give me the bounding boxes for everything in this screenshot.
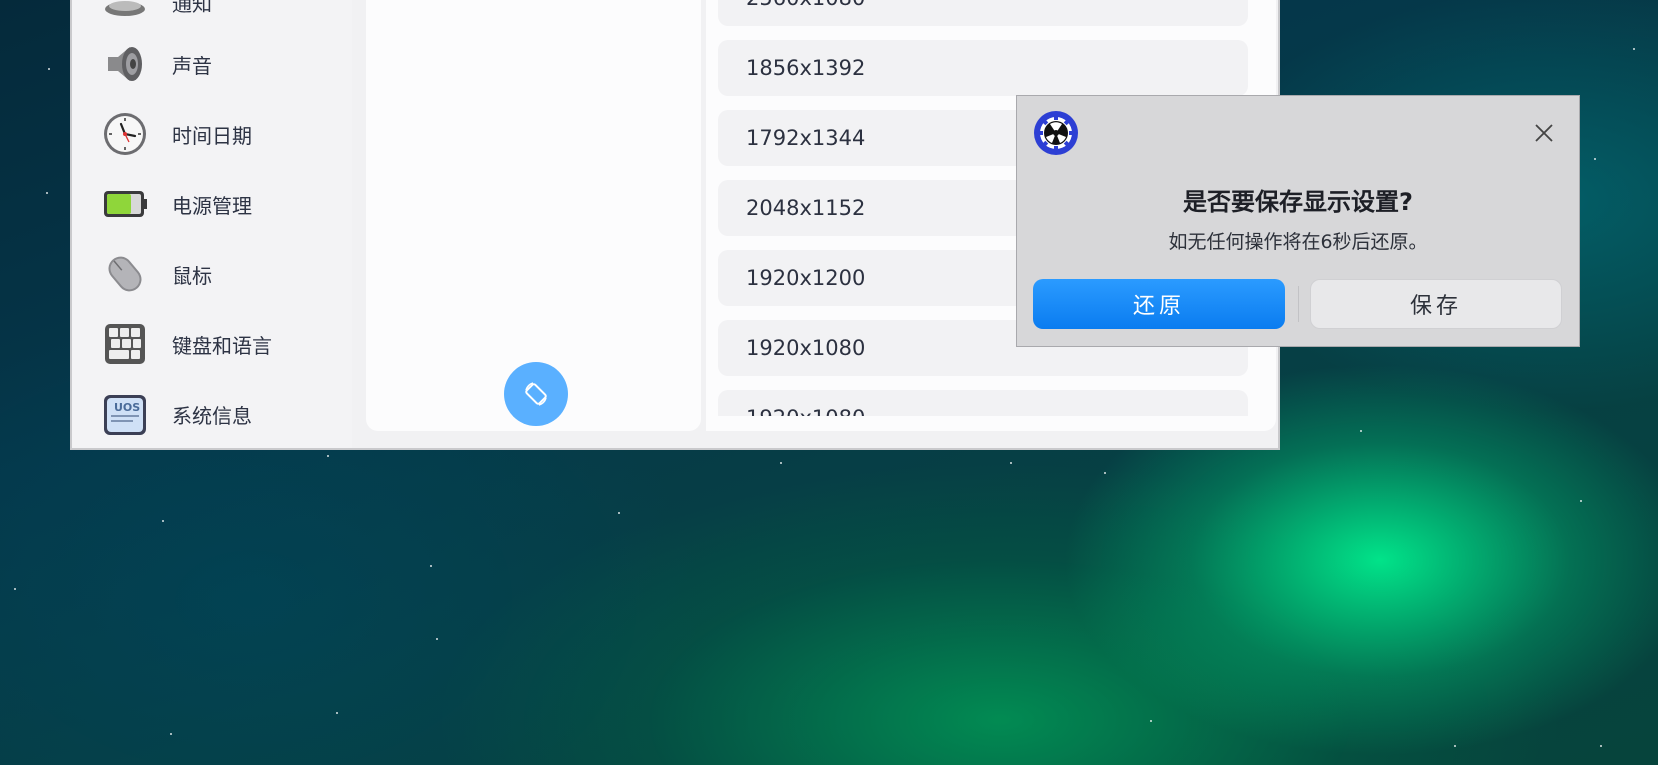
resolution-label: 1920x1200 — [746, 266, 866, 290]
resolution-label: 2048x1152 — [746, 196, 866, 220]
sidebar-item-sound[interactable]: 声音 — [102, 36, 212, 92]
sidebar-item-label: 时间日期 — [172, 123, 252, 148]
sidebar-item-system-info[interactable]: UOS 系统信息 — [102, 386, 252, 442]
settings-gear-logo-icon — [1033, 110, 1079, 156]
keyboard-icon — [102, 321, 148, 367]
resolution-label: 1792x1344 — [746, 126, 866, 150]
star — [430, 565, 432, 567]
revert-button[interactable]: 还原 — [1033, 279, 1285, 329]
star — [1633, 48, 1635, 50]
mouse-icon — [102, 251, 148, 297]
sidebar-item-label: 通知 — [172, 0, 212, 16]
star — [1454, 745, 1456, 747]
system-info-icon-text: UOS — [114, 401, 141, 414]
star — [1150, 720, 1152, 722]
dialog-message: 如无任何操作将在6秒后还原。 — [1168, 231, 1428, 253]
battery-icon — [102, 181, 148, 227]
clock-icon — [102, 111, 148, 157]
star — [170, 733, 172, 735]
resolution-option[interactable]: 2560x1080 — [718, 0, 1248, 26]
star — [780, 462, 782, 464]
resolution-label: 1856x1392 — [746, 56, 866, 80]
star — [162, 520, 164, 522]
sidebar-item-label: 鼠标 — [172, 263, 212, 288]
close-button[interactable] — [1529, 118, 1559, 148]
resolution-label: 1920x1080 — [746, 336, 866, 360]
sidebar-item-datetime[interactable]: 时间日期 — [102, 106, 252, 162]
system-info-icon: UOS — [102, 391, 148, 437]
star — [1580, 500, 1582, 502]
star — [46, 192, 48, 194]
star — [336, 712, 338, 714]
sidebar-item-mouse[interactable]: 鼠标 — [102, 246, 212, 302]
save-display-settings-dialog: 是否要保存显示设置? 如无任何操作将在6秒后还原。 还原 保存 — [1016, 95, 1580, 347]
star — [1600, 745, 1602, 747]
sidebar-item-keyboard[interactable]: 键盘和语言 — [102, 316, 272, 372]
rotate-screen-button[interactable] — [504, 362, 568, 426]
resolution-option[interactable]: 1920x1080 — [718, 390, 1248, 416]
sidebar-item-label: 电源管理 — [172, 193, 252, 218]
star — [1594, 158, 1596, 160]
sidebar-item-notifications[interactable]: 通知 — [102, 0, 212, 30]
sidebar: 通知 声音 时间日期 电源管理 鼠标 键盘和语言 UOS 系统信息 — [72, 0, 352, 448]
star — [1360, 430, 1362, 432]
dialog-title: 是否要保存显示设置? — [1183, 188, 1413, 216]
star — [618, 512, 620, 514]
star — [14, 588, 16, 590]
resolution-option[interactable]: 1856x1392 — [718, 40, 1248, 96]
star — [436, 638, 438, 640]
star — [327, 455, 329, 457]
rotate-icon — [525, 382, 547, 406]
close-icon — [1535, 124, 1553, 142]
star — [1010, 462, 1012, 464]
sidebar-item-label: 声音 — [172, 53, 212, 78]
sidebar-item-label: 键盘和语言 — [172, 333, 272, 358]
star — [1104, 472, 1106, 474]
bell-icon — [102, 0, 148, 25]
resolution-label: 1920x1080 — [746, 406, 865, 416]
button-divider — [1298, 286, 1299, 322]
speaker-icon — [102, 41, 148, 87]
resolution-label: 2560x1080 — [746, 0, 865, 10]
sidebar-item-label: 系统信息 — [172, 403, 252, 428]
save-button[interactable]: 保存 — [1310, 279, 1562, 329]
star — [48, 68, 50, 70]
sidebar-item-power[interactable]: 电源管理 — [102, 176, 252, 232]
